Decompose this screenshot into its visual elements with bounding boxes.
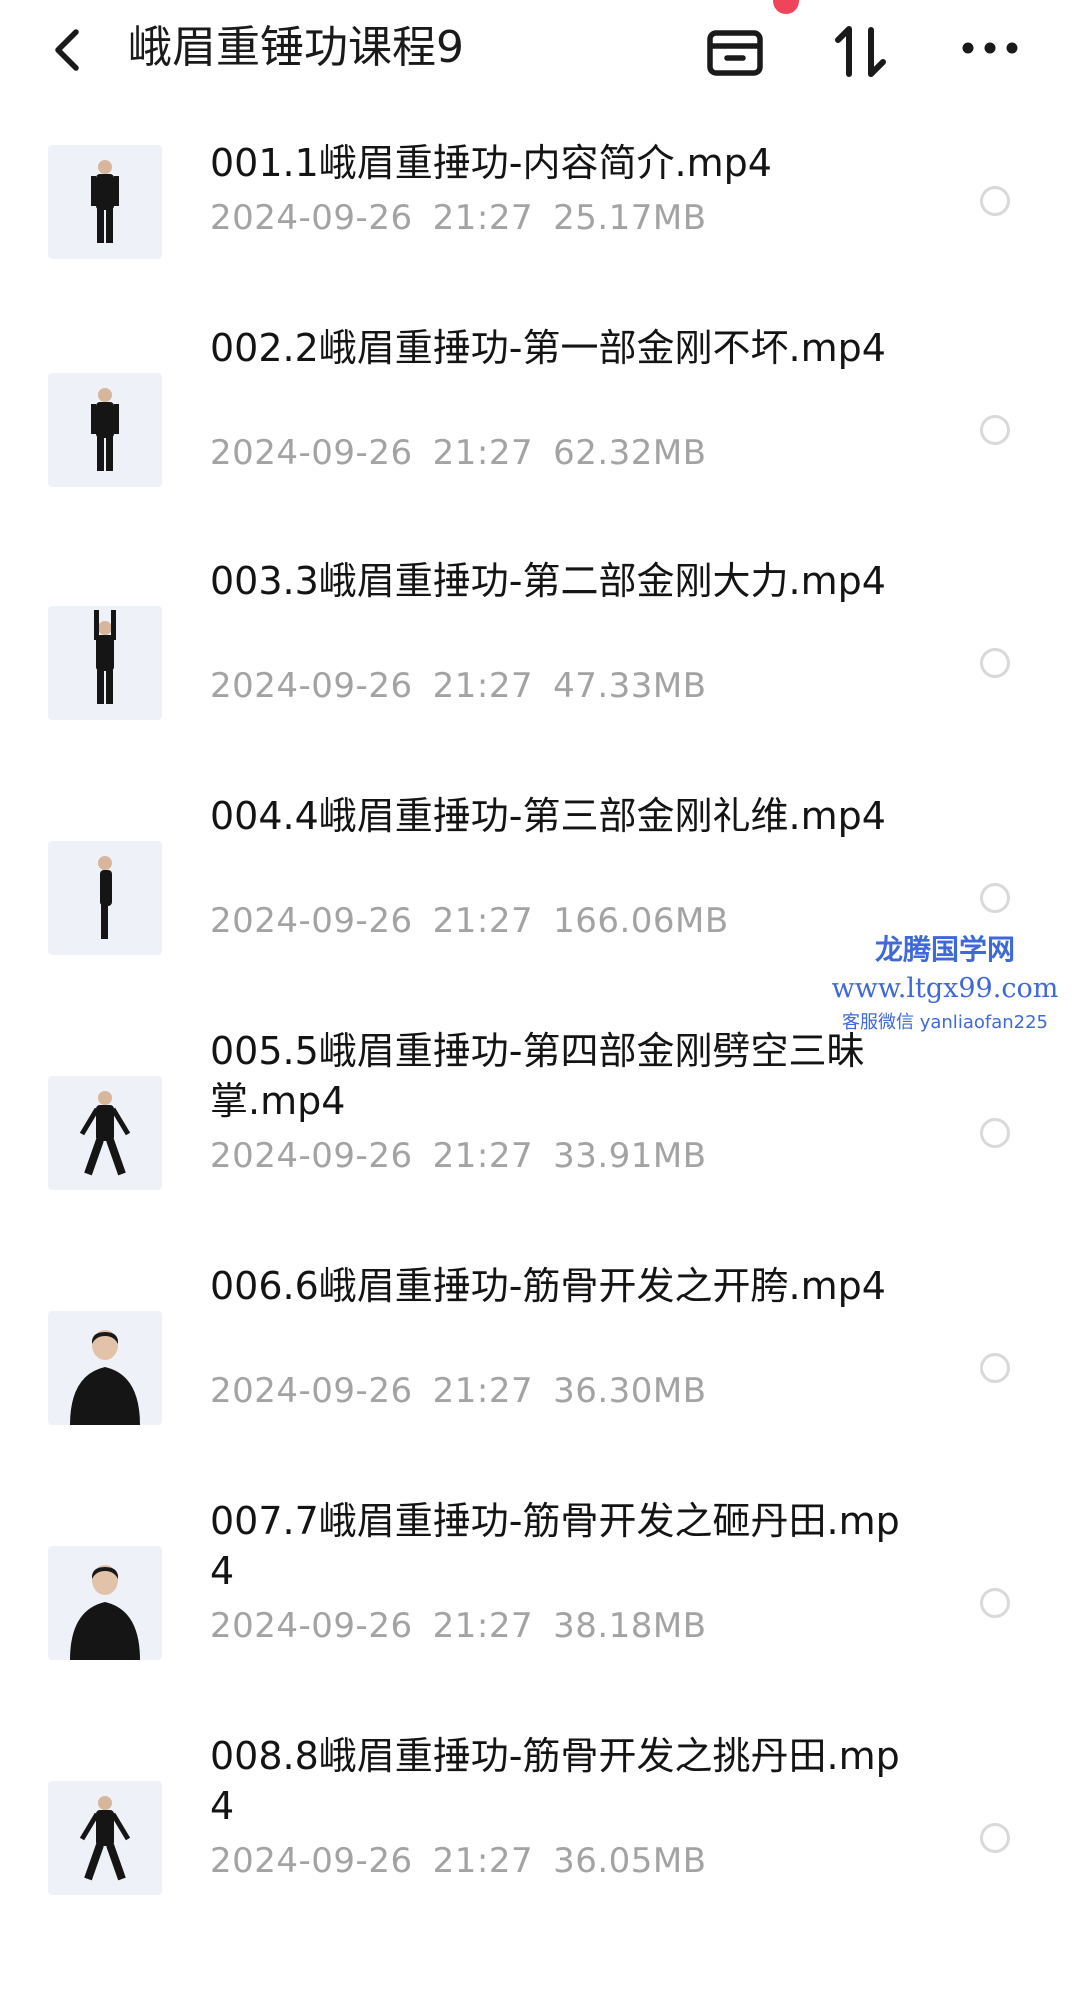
video-thumbnail [48, 373, 162, 487]
more-icon [962, 42, 1018, 54]
file-date: 2024-09-26 [210, 901, 413, 941]
file-size: 36.05MB [553, 1841, 707, 1881]
sort-button[interactable] [826, 16, 896, 86]
file-item[interactable]: 007.7峨眉重捶功-筋骨开发之砸丹田.mp4 2024-09-26 21:27 38… [0, 1488, 1080, 1688]
file-time: 21:27 [432, 1136, 534, 1176]
file-time: 21:27 [432, 901, 534, 941]
select-radio[interactable] [980, 1823, 1010, 1853]
file-size: 33.91MB [553, 1136, 707, 1176]
video-thumbnail [48, 145, 162, 259]
file-name: 003.3峨眉重捶功-第二部金刚大力.mp4 [210, 559, 886, 603]
file-size: 166.06MB [553, 901, 729, 941]
file-size: 47.33MB [553, 666, 707, 706]
video-thumbnail [48, 1311, 162, 1425]
file-name: 008.8峨眉重捶功-筋骨开发之挑丹田.mp4 [210, 1734, 900, 1828]
file-time: 21:27 [432, 1371, 534, 1411]
file-name: 006.6峨眉重捶功-筋骨开发之开胯.mp4 [210, 1264, 886, 1308]
file-size: 62.32MB [553, 433, 707, 473]
select-radio[interactable] [980, 186, 1010, 216]
select-radio[interactable] [980, 1588, 1010, 1618]
file-date: 2024-09-26 [210, 1136, 413, 1176]
file-time: 21:27 [432, 1606, 534, 1646]
page-title: 峨眉重锤功课程9 [128, 22, 464, 73]
file-name: 001.1峨眉重捶功-内容简介.mp4 [210, 141, 772, 185]
file-meta: 2024-09-26 21:27 36.05MB [210, 1839, 727, 1883]
select-radio[interactable] [980, 883, 1010, 913]
file-name: 005.5峨眉重捶功-第四部金刚劈空三昧掌.mp4 [210, 1029, 865, 1123]
watermark: 龙腾国学网 www.ltgx99.com 客服微信 yanliaofan225 [820, 930, 1070, 1038]
file-date: 2024-09-26 [210, 1841, 413, 1881]
sort-icon [835, 26, 886, 77]
notification-dot [773, 0, 799, 14]
watermark-contact: 客服微信 yanliaofan225 [842, 1012, 1048, 1033]
file-time: 21:27 [432, 666, 534, 706]
file-meta: 2024-09-26 21:27 36.30MB [210, 1369, 727, 1413]
select-radio[interactable] [980, 648, 1010, 678]
file-name: 007.7峨眉重捶功-筋骨开发之砸丹田.mp4 [210, 1499, 900, 1593]
file-item[interactable]: 003.3峨眉重捶功-第二部金刚大力.mp4 2024-09-26 21:27 47.… [0, 548, 1080, 748]
file-size: 38.18MB [553, 1606, 707, 1646]
file-size: 36.30MB [553, 1371, 707, 1411]
file-date: 2024-09-26 [210, 1606, 413, 1646]
file-time: 21:27 [432, 1841, 534, 1881]
watermark-url: www.ltgx99.com [831, 973, 1059, 1004]
video-thumbnail [48, 841, 162, 955]
video-thumbnail [48, 1781, 162, 1895]
archive-icon [707, 30, 763, 76]
select-radio[interactable] [980, 1118, 1010, 1148]
file-item[interactable]: 006.6峨眉重捶功-筋骨开发之开胯.mp4 2024-09-26 21:27 36.… [0, 1253, 1080, 1453]
file-meta: 2024-09-26 21:27 25.17MB [210, 196, 727, 240]
file-name: 002.2峨眉重捶功-第一部金刚不坏.mp4 [210, 326, 886, 370]
file-folder-screen: 峨眉重锤功课程9 001.1峨眉重捶功-内容简介.mp4 2024-09-26 … [0, 0, 1080, 1994]
video-thumbnail [48, 1546, 162, 1660]
file-meta: 2024-09-26 21:27 166.06MB [210, 899, 749, 943]
file-meta: 2024-09-26 21:27 33.91MB [210, 1134, 727, 1178]
more-button[interactable] [955, 16, 1025, 86]
back-button[interactable] [46, 22, 96, 78]
select-radio[interactable] [980, 1353, 1010, 1383]
file-item[interactable]: 002.2峨眉重捶功-第一部金刚不坏.mp4 2024-09-26 21:27 62.… [0, 315, 1080, 515]
select-radio[interactable] [980, 415, 1010, 445]
file-size: 25.17MB [553, 198, 707, 238]
video-thumbnail [48, 606, 162, 720]
top-bar: 峨眉重锤功课程9 [0, 0, 1080, 100]
file-item[interactable]: 001.1峨眉重捶功-内容简介.mp4 2024-09-26 21:27 25.17M… [0, 130, 1080, 330]
file-date: 2024-09-26 [210, 666, 413, 706]
file-item[interactable]: 008.8峨眉重捶功-筋骨开发之挑丹田.mp4 2024-09-26 21:27 36… [0, 1723, 1080, 1923]
file-name: 004.4峨眉重捶功-第三部金刚礼维.mp4 [210, 794, 886, 838]
file-item[interactable]: 005.5峨眉重捶功-第四部金刚劈空三昧掌.mp4 2024-09-26 21:27… [0, 1018, 1080, 1218]
video-thumbnail [48, 1076, 162, 1190]
file-date: 2024-09-26 [210, 198, 413, 238]
file-meta: 2024-09-26 21:27 47.33MB [210, 664, 727, 708]
file-meta: 2024-09-26 21:27 38.18MB [210, 1604, 727, 1648]
file-time: 21:27 [432, 433, 534, 473]
back-icon [55, 29, 79, 71]
file-time: 21:27 [432, 198, 534, 238]
file-meta: 2024-09-26 21:27 62.32MB [210, 431, 727, 475]
file-date: 2024-09-26 [210, 433, 413, 473]
file-date: 2024-09-26 [210, 1371, 413, 1411]
watermark-site-name: 龙腾国学网 [874, 933, 1015, 966]
archive-button[interactable] [700, 16, 770, 86]
